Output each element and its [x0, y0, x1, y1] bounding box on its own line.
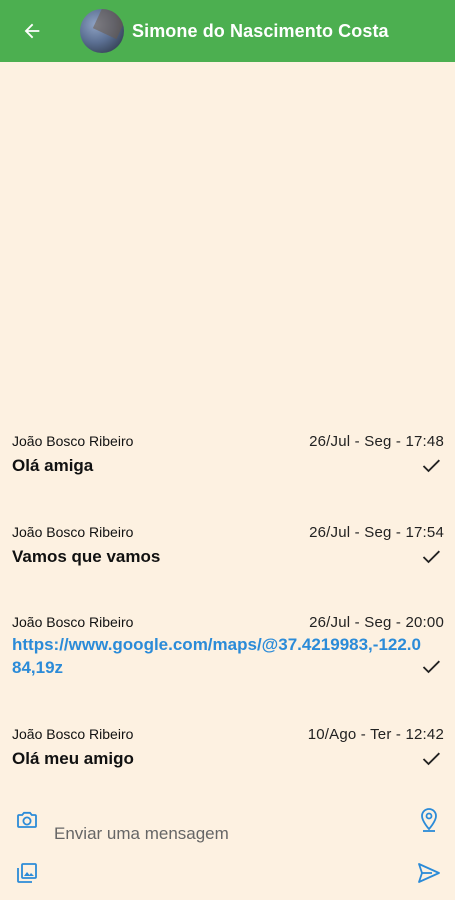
check-icon [422, 752, 440, 766]
message-time: 26/Jul - Seg - 17:54 [309, 523, 444, 541]
app-bar: Simone do Nascimento Costa [0, 0, 455, 62]
back-button[interactable] [0, 0, 64, 62]
avatar[interactable] [80, 9, 124, 53]
message-sender: João Bosco Ribeiro [12, 524, 134, 540]
camera-icon [17, 811, 37, 828]
message-time: 10/Ago - Ter - 12:42 [307, 725, 444, 743]
gallery-button[interactable] [12, 858, 42, 888]
gallery-icon [17, 863, 37, 883]
message-text: Vamos que vamos [12, 547, 161, 566]
message-input[interactable] [54, 820, 404, 848]
page-title: Simone do Nascimento Costa [132, 20, 389, 41]
location-pin-icon [421, 808, 437, 832]
arrow-left-icon [24, 23, 40, 39]
message-text: Olá meu amigo [12, 749, 134, 768]
message-time: 26/Jul - Seg - 17:48 [309, 432, 444, 450]
check-icon [422, 550, 440, 564]
message-link[interactable]: https://www.google.com/maps/@37.4219983,… [12, 633, 422, 679]
message-sender: João Bosco Ribeiro [12, 433, 134, 449]
check-icon [422, 660, 440, 674]
send-button[interactable] [414, 858, 444, 888]
camera-button[interactable] [12, 805, 42, 835]
message-sender: João Bosco Ribeiro [12, 726, 134, 742]
send-icon [418, 863, 440, 883]
location-button[interactable] [414, 805, 444, 835]
message-composer [0, 800, 455, 900]
message-text: Olá amiga [12, 456, 94, 475]
message-time: 26/Jul - Seg - 20:00 [309, 613, 444, 631]
message-sender: João Bosco Ribeiro [12, 614, 134, 630]
check-icon [422, 459, 440, 473]
